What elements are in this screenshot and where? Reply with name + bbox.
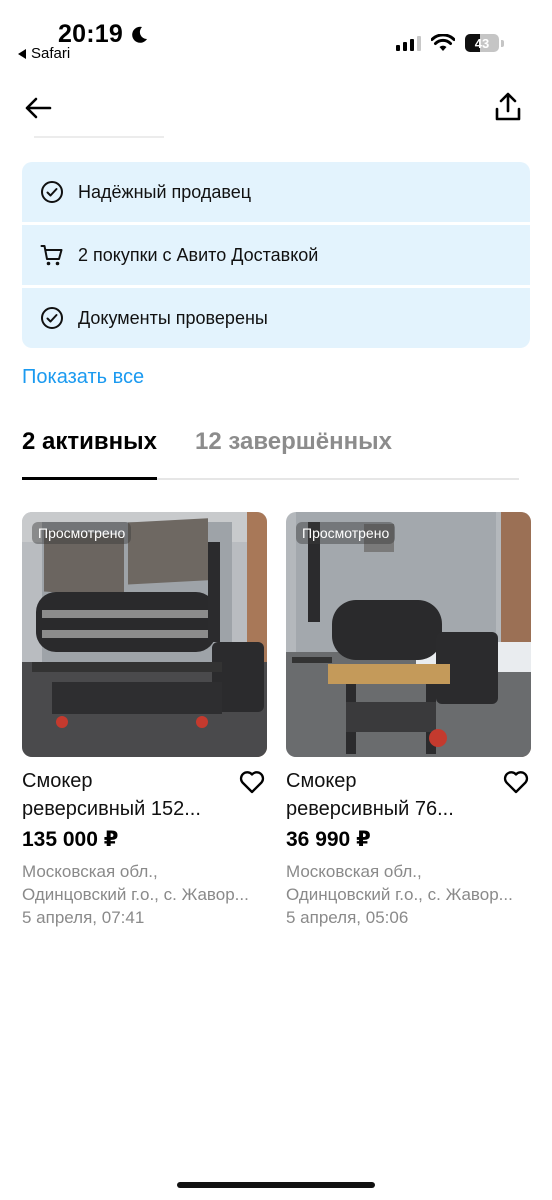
header-divider (34, 136, 164, 138)
heart-icon[interactable] (503, 769, 529, 795)
listing-title[interactable]: Смокер реверсивный 76... (286, 767, 491, 823)
share-icon (495, 92, 521, 121)
moon-icon (132, 26, 147, 43)
listing-title-line: реверсивный 76... (286, 798, 454, 820)
share-button[interactable] (492, 90, 524, 124)
back-to-safari[interactable]: Safari (18, 45, 70, 62)
listing-price: 135 000 ₽ (22, 828, 119, 851)
status-time: 20:19 (58, 20, 149, 49)
tab-completed-listings[interactable]: 12 завершённых (195, 428, 392, 478)
listing-title-line: Смокер (286, 770, 357, 792)
back-app-label: Safari (31, 45, 71, 62)
listing-date: 5 апреля, 07:41 (22, 908, 145, 927)
listing-title-line: Смокер (22, 770, 93, 792)
show-all-link[interactable]: Показать все (22, 366, 144, 389)
listing-location: Одинцовский г.о., с. Жавор... (22, 885, 249, 904)
home-indicator[interactable] (177, 1182, 375, 1188)
listing-title-line: реверсивный 152... (22, 798, 201, 820)
viewed-badge: Просмотрено (32, 522, 132, 544)
status-bar: 20:19 Safari 43 (0, 0, 552, 70)
listing-location: Московская обл., (286, 862, 422, 881)
info-item-reliable-seller[interactable]: Надёжный продавец (22, 162, 530, 222)
listing-location: Одинцовский г.о., с. Жавор... (286, 885, 513, 904)
tab-active-listings[interactable]: 2 активных (22, 428, 157, 480)
listing-title[interactable]: Смокер реверсивный 152... (22, 767, 227, 823)
listing-price: 36 990 ₽ (286, 828, 371, 851)
listing-card[interactable]: Просмотрено Смокер реверсивный 152... 13… (22, 512, 267, 929)
seller-info-list: Надёжный продавец 2 покупки с Авито Дост… (22, 162, 530, 348)
info-item-delivery-purchases[interactable]: 2 покупки с Авито Доставкой (22, 225, 530, 285)
listing-location: Московская обл., (22, 862, 158, 881)
listing-card[interactable]: Просмотрено Смокер реверсивный 76... 36 … (286, 512, 531, 929)
check-circle-icon (40, 180, 64, 204)
status-indicators: 43 (396, 34, 504, 52)
listing-title-row: Смокер реверсивный 152... (22, 767, 267, 823)
listing-photo[interactable]: Просмотрено (286, 512, 531, 757)
back-triangle-icon (18, 48, 26, 59)
back-button[interactable] (22, 92, 54, 124)
smoker-photo-image (22, 512, 267, 757)
info-item-label: 2 покупки с Авито Доставкой (78, 244, 319, 265)
info-item-label: Надёжный продавец (78, 181, 252, 202)
heart-icon[interactable] (239, 769, 265, 795)
wifi-icon (431, 34, 455, 51)
battery-icon: 43 (465, 34, 499, 52)
check-circle-icon (40, 306, 64, 330)
listing-photo[interactable]: Просмотрено (22, 512, 267, 757)
listing-date: 5 апреля, 05:06 (286, 908, 409, 927)
smoker-photo-image (286, 512, 531, 757)
info-item-documents-verified[interactable]: Документы проверены (22, 288, 530, 348)
battery-percent: 43 (474, 35, 490, 51)
cart-icon (40, 243, 64, 267)
listing-title-row: Смокер реверсивный 76... (286, 767, 531, 823)
arrow-left-icon (25, 97, 52, 119)
battery-tip (501, 39, 504, 47)
viewed-badge: Просмотрено (296, 522, 396, 544)
cellular-signal-icon (396, 35, 421, 51)
info-item-label: Документы проверены (78, 307, 268, 328)
listing-tabs: 2 активных 12 завершённых (22, 428, 519, 480)
